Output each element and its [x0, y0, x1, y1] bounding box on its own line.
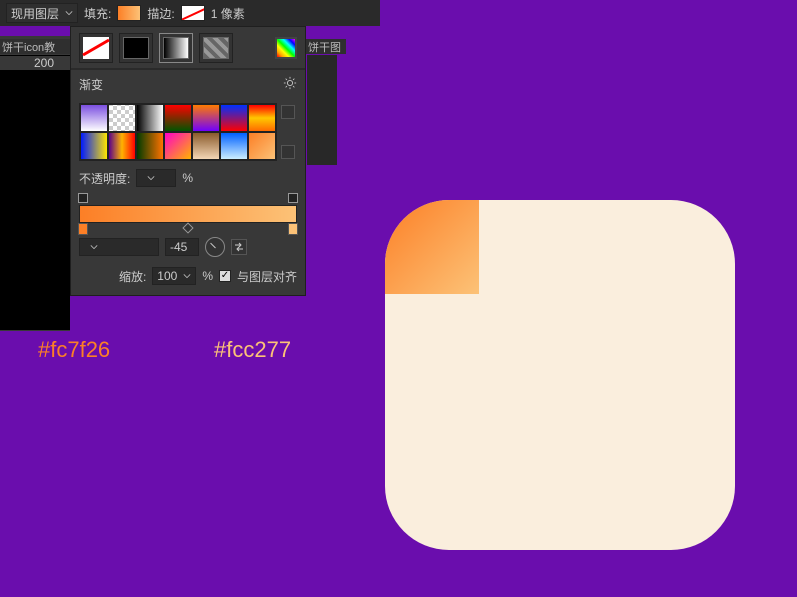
- solid-fill-button[interactable]: [119, 33, 153, 63]
- scale-unit: %: [202, 269, 213, 283]
- fill-swatch[interactable]: [117, 5, 141, 21]
- align-layer-checkbox[interactable]: ✓: [219, 270, 231, 282]
- gradient-preset-10[interactable]: [164, 132, 192, 160]
- document-tab-left[interactable]: 饼干icon教: [0, 39, 70, 54]
- document-tab-right[interactable]: 饼干图: [306, 39, 346, 54]
- gradient-preset-8[interactable]: [108, 132, 136, 160]
- stroke-label: 描边:: [147, 5, 174, 22]
- scale-row: 缩放: 100 % ✓ 与图层对齐: [71, 263, 305, 295]
- opacity-stop-right[interactable]: [288, 193, 298, 203]
- opacity-stop-left[interactable]: [78, 193, 88, 203]
- gradient-preset-13[interactable]: [248, 132, 276, 160]
- gradient-preset-9[interactable]: [136, 132, 164, 160]
- color-stop-left[interactable]: [78, 223, 88, 235]
- gradient-title: 渐变: [79, 76, 103, 93]
- gradient-fill-button[interactable]: [159, 33, 193, 63]
- pattern-fill-icon: [203, 37, 229, 59]
- color-stop-right[interactable]: [288, 223, 298, 235]
- gradient-editor: [71, 191, 305, 231]
- stroke-swatch[interactable]: [181, 5, 205, 21]
- angle-dial[interactable]: [205, 237, 225, 257]
- gradient-preset-6[interactable]: [248, 104, 276, 132]
- gradient-bar[interactable]: [79, 205, 297, 223]
- icon-preview-gradient: [385, 200, 479, 294]
- gradient-preset-5[interactable]: [220, 104, 248, 132]
- hex-code-1: #fc7f26: [38, 337, 110, 363]
- reverse-gradient-button[interactable]: [231, 239, 247, 255]
- gradient-preset-0[interactable]: [80, 104, 108, 132]
- gradient-preset-12[interactable]: [220, 132, 248, 160]
- stroke-width: 1 像素: [211, 5, 245, 22]
- gradient-presets: [71, 99, 305, 165]
- no-fill-button[interactable]: [79, 33, 113, 63]
- fill-type-row: [71, 27, 305, 69]
- new-preset-button[interactable]: [281, 105, 295, 119]
- gradient-preset-2[interactable]: [136, 104, 164, 132]
- linear-gradient-icon: [163, 37, 189, 59]
- scale-input[interactable]: 100: [152, 267, 196, 285]
- angle-input[interactable]: -45: [165, 238, 199, 256]
- opacity-unit: %: [182, 171, 193, 185]
- no-fill-icon: [83, 37, 109, 59]
- fill-flyout-panel: 渐变 不透明度: % -45: [70, 26, 306, 296]
- gradient-preset-7[interactable]: [80, 132, 108, 160]
- delete-preset-button[interactable]: [281, 145, 295, 159]
- fill-label: 填充:: [84, 5, 111, 22]
- ruler-tick-label: 200: [34, 56, 54, 70]
- gradient-header: 渐变: [71, 69, 305, 99]
- gradient-preset-3[interactable]: [164, 104, 192, 132]
- scale-label: 缩放:: [119, 268, 146, 285]
- align-layer-label: 与图层对齐: [237, 268, 297, 285]
- options-bar: 现用图层 填充: 描边: 1 像素: [0, 0, 380, 26]
- ruler-horizontal: 200: [0, 55, 70, 70]
- gradient-style-dropdown[interactable]: [79, 238, 159, 256]
- layer-target-label: 现用图层: [11, 5, 59, 22]
- opacity-row: 不透明度: %: [71, 165, 305, 191]
- color-picker-button[interactable]: [275, 37, 297, 59]
- chevron-down-icon: [90, 240, 98, 254]
- gradient-preset-11[interactable]: [192, 132, 220, 160]
- solid-fill-icon: [123, 37, 149, 59]
- opacity-input[interactable]: [136, 169, 176, 187]
- angle-row: -45: [71, 231, 305, 263]
- chevron-down-icon: [147, 171, 155, 185]
- opacity-label: 不透明度:: [79, 170, 130, 187]
- gradient-preset-1[interactable]: [108, 104, 136, 132]
- hex-code-2: #fcc277: [214, 337, 291, 363]
- pattern-fill-button[interactable]: [199, 33, 233, 63]
- layer-target-dropdown[interactable]: 现用图层: [6, 3, 78, 23]
- gear-icon[interactable]: [283, 76, 297, 93]
- gradient-preset-4[interactable]: [192, 104, 220, 132]
- chevron-down-icon: [65, 6, 73, 20]
- chevron-down-icon: [183, 269, 191, 283]
